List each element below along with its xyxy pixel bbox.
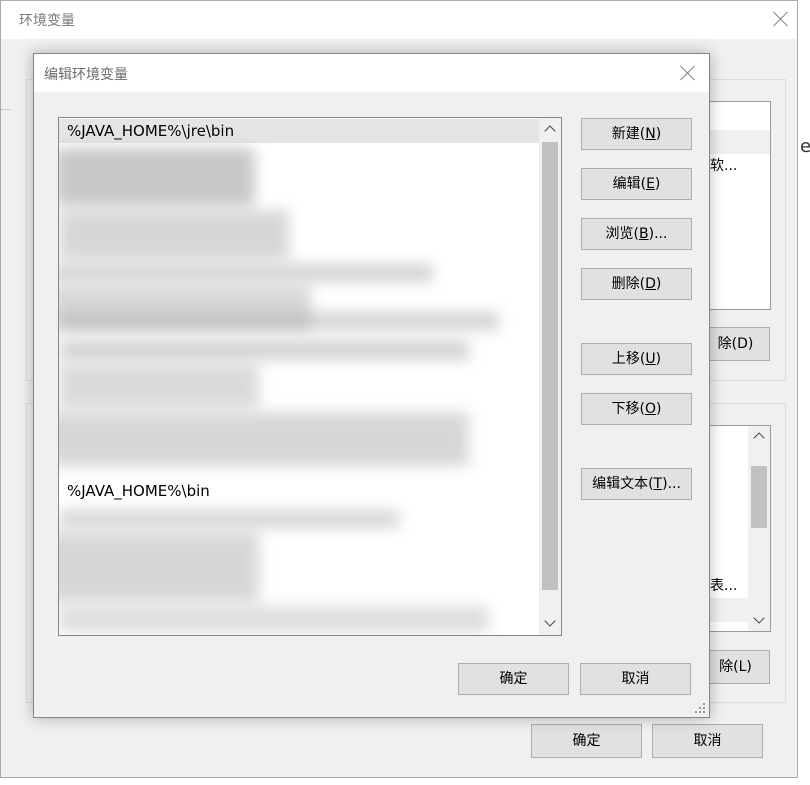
list-item[interactable] [702,130,770,154]
button-label: 上移( [611,351,646,367]
button-label: 下移( [611,401,645,417]
redacted-entries [59,264,433,282]
button-label: 编辑( [612,176,647,192]
scrollbar[interactable] [539,118,561,635]
scroll-up-icon[interactable] [753,430,765,442]
list-item[interactable]: 软... [702,154,770,178]
button-label-tail: ) [655,276,662,292]
title-bar: 环境变量 [1,1,797,39]
cancel-button[interactable]: 取消 [652,724,763,758]
dialog-title: 编辑环境变量 [44,67,128,83]
button-label-tail: ) [656,401,662,417]
edit-environment-variable-dialog: 编辑环境变量 %JAVA_HOME%\jre\bin %JAVA_HOME%\b… [33,53,710,718]
delete-button[interactable]: 删除(D) [581,268,692,300]
redacted-entries [59,532,259,602]
move-up-button[interactable]: 上移(U) [581,343,692,375]
button-label: 新建( [611,126,646,142]
user-variables-list[interactable]: 软... [701,101,771,310]
button-label: 删除( [611,276,646,292]
close-icon[interactable] [773,11,789,27]
access-key: D [645,276,656,292]
redacted-entries [59,412,469,466]
scroll-up-icon[interactable] [544,123,556,135]
scrollbar-thumb[interactable] [542,142,558,590]
button-label-tail: ) [655,126,662,142]
scroll-down-icon[interactable] [544,618,556,630]
resize-grip-icon[interactable] [694,702,706,714]
delete-system-variable-button[interactable]: 除(L) [701,650,770,684]
left-divider [1,109,11,529]
redacted-entries [59,312,499,330]
window-title: 环境变量 [19,13,75,29]
path-entries-list[interactable]: %JAVA_HOME%\jre\bin %JAVA_HOME%\bin [58,117,562,636]
access-key: T [653,476,663,492]
path-entry-selected[interactable]: %JAVA_HOME%\jre\bin [59,119,541,143]
browse-button[interactable]: 浏览(B)... [581,218,692,250]
move-down-button[interactable]: 下移(O) [581,393,692,425]
cancel-button[interactable]: 取消 [580,663,691,695]
redacted-entries [59,510,399,528]
button-label: 浏览( [605,226,640,242]
access-key: O [644,401,657,417]
new-button[interactable]: 新建(N) [581,118,692,150]
close-icon[interactable] [680,65,696,81]
scroll-down-icon[interactable] [753,615,765,627]
delete-user-variable-button[interactable]: 除(D) [701,327,770,361]
redacted-entries [59,148,255,206]
dialog-title-bar: 编辑环境变量 [34,54,709,92]
redacted-entries [59,210,289,260]
access-key: U [645,351,656,367]
ok-button[interactable]: 确定 [458,663,569,695]
scrollbar-thumb[interactable] [751,466,767,528]
scrollbar[interactable] [748,426,770,631]
edit-text-button[interactable]: 编辑文本(T)... [581,468,692,500]
button-label-tail: )... [662,476,681,492]
ok-button[interactable]: 确定 [531,724,642,758]
redacted-entries [59,606,489,632]
button-label-tail: ) [654,176,661,192]
redacted-entries [59,340,469,360]
button-label-tail: ) [655,351,662,367]
path-entry[interactable]: %JAVA_HOME%\bin [59,479,541,503]
access-key: B [639,226,649,242]
button-label-tail: )... [648,226,668,242]
access-key: N [645,126,656,142]
cut-off-text: e [800,136,810,157]
edit-button[interactable]: 编辑(E) [581,168,692,200]
button-label: 编辑文本( [592,476,654,492]
system-variables-list[interactable]: 表... [701,425,771,632]
access-key: E [646,176,655,192]
redacted-entries [59,364,259,408]
list-item[interactable] [702,107,770,131]
